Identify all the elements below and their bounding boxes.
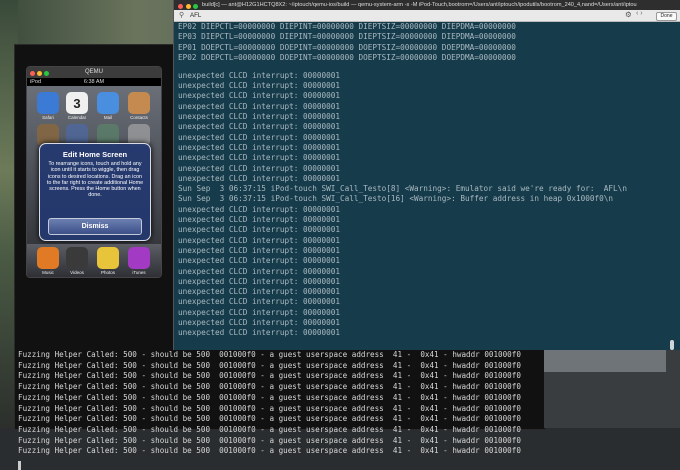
terminal-line: unexpected CLCD interrupt: 00000001 xyxy=(178,215,340,225)
zoom-button[interactable] xyxy=(193,3,198,9)
terminal-line: unexpected CLCD interrupt: 00000001 xyxy=(178,245,340,255)
icon-label-safari: Safari xyxy=(42,115,54,120)
photos-icon[interactable] xyxy=(97,247,119,269)
ios-dock: Music Videos Photos iTunes xyxy=(27,244,161,277)
terminal-line: unexpected CLCD interrupt: 00000001 xyxy=(178,101,340,111)
alert-title: Edit Home Screen xyxy=(62,150,128,159)
icon-label-calendar: Calendar xyxy=(67,115,87,120)
terminal-line: EP03 DIEPCTL=00000000 DIEPINT=00000000 D… xyxy=(178,32,516,42)
terminal-line: unexpected CLCD interrupt: 00000001 xyxy=(178,318,340,327)
terminal-line: unexpected CLCD interrupt: 00000001 xyxy=(178,122,340,132)
minimize-button[interactable] xyxy=(185,3,191,9)
zoom-button[interactable] xyxy=(44,71,49,76)
itunes-icon[interactable] xyxy=(128,247,150,269)
close-button[interactable] xyxy=(178,3,183,9)
find-navigation-arrows[interactable]: ‹ › xyxy=(636,10,643,17)
terminal-line: unexpected CLCD interrupt: 00000001 xyxy=(178,256,340,266)
terminal-line: unexpected CLCD interrupt: 00000001 xyxy=(178,204,340,214)
dock-label-videos: Videos xyxy=(70,270,84,275)
mail-icon[interactable] xyxy=(97,92,119,114)
alert-message: To rearrange icons, touch and hold any i… xyxy=(46,161,144,199)
background-window-panel xyxy=(544,350,666,372)
terminal-line: unexpected CLCD interrupt: 00000001 xyxy=(178,81,340,91)
dock-label-itunes: iTunes xyxy=(132,270,146,275)
terminal-line: EP01 DOEPCTL=00000000 DOEPINT=00000000 D… xyxy=(178,42,516,52)
dock-label-music: Music xyxy=(42,270,54,275)
find-bar[interactable]: ⚲ AFL ⚙ ‹ › Done xyxy=(174,10,680,22)
dock-label-photos: Photos xyxy=(100,270,115,275)
terminal-line: unexpected CLCD interrupt: 00000001 xyxy=(178,112,340,122)
scrollbar-thumb[interactable] xyxy=(670,340,674,350)
terminal-line: Fuzzing Helper Called: 500 - should be 5… xyxy=(18,360,521,370)
icon-label-mail: Mail xyxy=(103,115,113,120)
contacts-icon[interactable] xyxy=(128,92,150,114)
terminal-line: Fuzzing Helper Called: 500 - should be 5… xyxy=(18,392,521,402)
qemu-window[interactable]: QEMU iPod 6:38 AM Safari 3 Calendar Mail… xyxy=(26,66,162,278)
qemu-title: QEMU xyxy=(85,69,103,75)
edit-home-screen-alert: Edit Home Screen To rearrange icons, tou… xyxy=(39,143,151,241)
dismiss-button[interactable]: Dismiss xyxy=(48,218,142,235)
safari-icon[interactable] xyxy=(37,92,59,114)
terminal-line: Fuzzing Helper Called: 500 - should be 5… xyxy=(18,403,521,413)
terminal-title-bar[interactable]: build[c] — ant@H12G1HCTQ8X2: ~/iptouch/q… xyxy=(174,0,680,10)
minimize-button[interactable] xyxy=(37,71,42,76)
terminal-line: Fuzzing Helper Called: 500 - should be 5… xyxy=(18,446,521,456)
terminal-line: unexpected CLCD interrupt: 00000001 xyxy=(178,225,340,235)
background-window[interactable] xyxy=(544,350,680,428)
close-button[interactable] xyxy=(30,71,35,76)
terminal-line: unexpected CLCD interrupt: 00000001 xyxy=(178,132,340,142)
terminal-line: EP02 DOEPCTL=00000000 DOEPINT=00000000 D… xyxy=(178,52,516,62)
terminal-cursor xyxy=(18,461,21,470)
gear-icon[interactable]: ⚙ xyxy=(625,10,632,19)
ios-status-bar: iPod 6:38 AM xyxy=(27,78,161,86)
background-terminal-output: Fuzzing Helper Called: 500 - should be 5… xyxy=(18,350,521,457)
terminal-line: unexpected CLCD interrupt: 00000001 xyxy=(178,91,340,101)
qemu-title-bar[interactable]: QEMU xyxy=(27,67,161,78)
videos-icon[interactable] xyxy=(66,247,88,269)
terminal-line: Sun Sep 3 06:37:15 iPod-touch SWI_Call_T… xyxy=(178,184,627,194)
terminal-title: build[c] — ant@H12G1HCTQ8X2: ~/iptouch/q… xyxy=(202,2,637,8)
terminal-line: unexpected CLCD interrupt: 00000001 xyxy=(178,235,340,245)
icon-label-contacts: Contacts xyxy=(130,115,148,120)
search-icon: ⚲ xyxy=(179,12,185,19)
terminal-line: EP02 DIEPCTL=00000000 DIEPINT=00000000 D… xyxy=(178,22,516,31)
terminal-line: unexpected CLCD interrupt: 00000001 xyxy=(178,153,340,163)
terminal-line: Fuzzing Helper Called: 500 - should be 5… xyxy=(18,382,521,392)
terminal-output: EP02 DIEPCTL=00000000 DIEPINT=00000000 D… xyxy=(178,22,627,339)
terminal-line: unexpected CLCD interrupt: 00000001 xyxy=(178,70,340,80)
music-icon[interactable] xyxy=(37,247,59,269)
terminal-line: unexpected CLCD interrupt: 00000001 xyxy=(178,173,340,183)
terminal-line: unexpected CLCD interrupt: 00000001 xyxy=(178,163,340,173)
terminal-line: Fuzzing Helper Called: 500 - should be 5… xyxy=(18,424,521,434)
terminal-window[interactable]: build[c] — ant@H12G1HCTQ8X2: ~/iptouch/q… xyxy=(173,0,680,350)
terminal-line: unexpected CLCD interrupt: 00000001 xyxy=(178,142,340,152)
ios-home-screen[interactable]: Safari 3 Calendar Mail Contacts Edit Hom… xyxy=(27,86,161,277)
terminal-line: unexpected CLCD interrupt: 00000001 xyxy=(178,287,340,297)
terminal-line: unexpected CLCD interrupt: 00000001 xyxy=(178,328,340,338)
terminal-line: Fuzzing Helper Called: 500 - should be 5… xyxy=(18,350,521,359)
terminal-line: unexpected CLCD interrupt: 00000001 xyxy=(178,266,340,276)
terminal-line: unexpected CLCD interrupt: 00000001 xyxy=(178,276,340,286)
terminal-line: unexpected CLCD interrupt: 00000001 xyxy=(178,307,340,317)
terminal-line: Fuzzing Helper Called: 500 - should be 5… xyxy=(18,435,521,445)
terminal-line: Fuzzing Helper Called: 500 - should be 5… xyxy=(18,414,521,424)
done-button[interactable]: Done xyxy=(656,11,677,21)
terminal-line: Fuzzing Helper Called: 500 - should be 5… xyxy=(18,371,521,381)
clock-label: 6:38 AM xyxy=(83,79,105,85)
terminal-line: Sun Sep 3 06:37:15 iPod-touch SWI_Call_T… xyxy=(178,194,614,204)
terminal-line: unexpected CLCD interrupt: 00000001 xyxy=(178,297,340,307)
window-controls[interactable] xyxy=(178,3,201,11)
calendar-icon[interactable]: 3 xyxy=(66,92,88,114)
search-input[interactable]: AFL xyxy=(190,12,201,19)
